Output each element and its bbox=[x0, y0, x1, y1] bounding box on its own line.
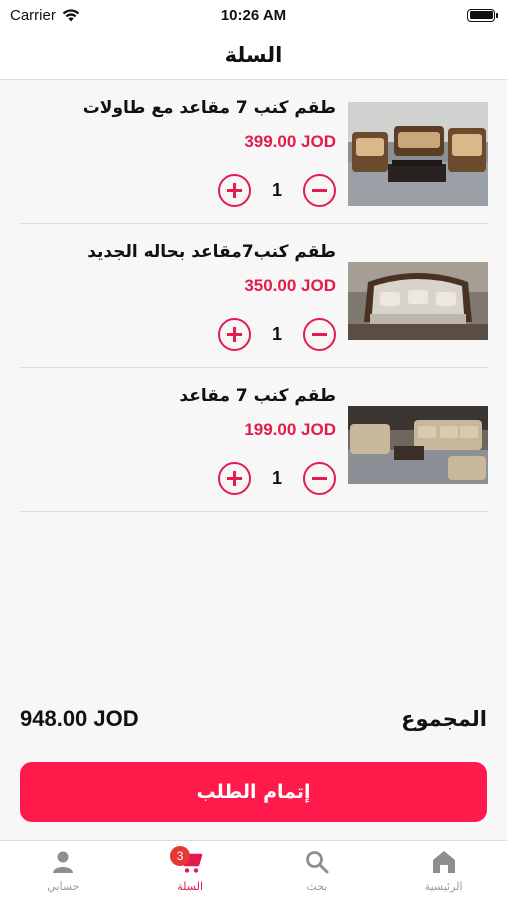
cart-item: طقم كنب7مقاعد بحاله الجديد 350.00 JOD 1 bbox=[20, 224, 488, 368]
item-name: طقم كنب 7 مقاعد bbox=[179, 386, 336, 406]
increase-quantity-button[interactable] bbox=[218, 462, 251, 495]
decrease-quantity-button[interactable] bbox=[303, 174, 336, 207]
carrier-label: Carrier bbox=[10, 6, 56, 24]
item-price: 350.00 JOD bbox=[244, 276, 336, 295]
tab-home[interactable]: الرئيسية bbox=[380, 841, 507, 900]
decrease-quantity-button[interactable] bbox=[303, 462, 336, 495]
tab-label: حسابي bbox=[47, 880, 80, 893]
quantity-stepper: 1 bbox=[218, 174, 336, 207]
increase-quantity-button[interactable] bbox=[218, 318, 251, 351]
quantity-stepper: 1 bbox=[218, 318, 336, 351]
quantity-value: 1 bbox=[271, 324, 282, 344]
product-image[interactable] bbox=[348, 406, 488, 484]
tab-account[interactable]: حسابي bbox=[0, 841, 127, 900]
home-icon bbox=[432, 851, 455, 873]
sofa-set-photo bbox=[348, 102, 488, 206]
sofa-photo bbox=[348, 262, 488, 340]
item-info: طقم كنب7مقاعد بحاله الجديد 350.00 JOD bbox=[20, 242, 336, 296]
status-left: Carrier bbox=[10, 7, 80, 24]
living-room-photo bbox=[348, 406, 488, 484]
wifi-icon bbox=[62, 8, 80, 21]
cart-list: طقم كنب 7 مقاعد مع طاولات 399.00 JOD 1 ط… bbox=[20, 80, 488, 512]
page-title: السلة bbox=[224, 42, 283, 67]
item-info: طقم كنب 7 مقاعد 199.00 JOD bbox=[20, 386, 336, 440]
tab-search[interactable]: بحث bbox=[254, 841, 381, 900]
cart-item: طقم كنب 7 مقاعد مع طاولات 399.00 JOD 1 bbox=[20, 80, 488, 224]
total-row: 948.00 JOD المجموع bbox=[20, 702, 487, 736]
checkout-button[interactable]: إتمام الطلب bbox=[20, 762, 487, 822]
tab-cart[interactable]: 3 السلة bbox=[127, 841, 254, 900]
total-label: المجموع bbox=[401, 707, 487, 731]
battery-icon bbox=[467, 8, 498, 22]
quantity-stepper: 1 bbox=[218, 462, 336, 495]
tab-label: الرئيسية bbox=[424, 880, 463, 893]
cart-count-badge: 3 bbox=[170, 846, 191, 866]
search-icon bbox=[305, 851, 329, 874]
status-bar: Carrier 10:26 AM bbox=[0, 0, 507, 30]
tab-label: السلة bbox=[177, 880, 203, 893]
item-price: 199.00 JOD bbox=[244, 420, 336, 439]
item-name: طقم كنب 7 مقاعد مع طاولات bbox=[82, 98, 336, 118]
tab-label: بحث bbox=[306, 880, 328, 893]
cart-item: طقم كنب 7 مقاعد 199.00 JOD 1 bbox=[20, 368, 488, 512]
item-name: طقم كنب7مقاعد بحاله الجديد bbox=[87, 242, 336, 262]
product-image[interactable] bbox=[348, 262, 488, 340]
tab-bar: حسابي 3 السلة بحث الرئيسية bbox=[0, 840, 507, 900]
total-value: 948.00 JOD bbox=[20, 706, 139, 731]
decrease-quantity-button[interactable] bbox=[303, 318, 336, 351]
item-price: 399.00 JOD bbox=[244, 132, 336, 151]
person-icon bbox=[53, 851, 74, 873]
increase-quantity-button[interactable] bbox=[218, 174, 251, 207]
product-image[interactable] bbox=[348, 102, 488, 206]
quantity-value: 1 bbox=[271, 180, 282, 200]
quantity-value: 1 bbox=[271, 468, 282, 488]
item-info: طقم كنب 7 مقاعد مع طاولات 399.00 JOD bbox=[20, 98, 336, 152]
nav-header: السلة bbox=[0, 30, 507, 80]
